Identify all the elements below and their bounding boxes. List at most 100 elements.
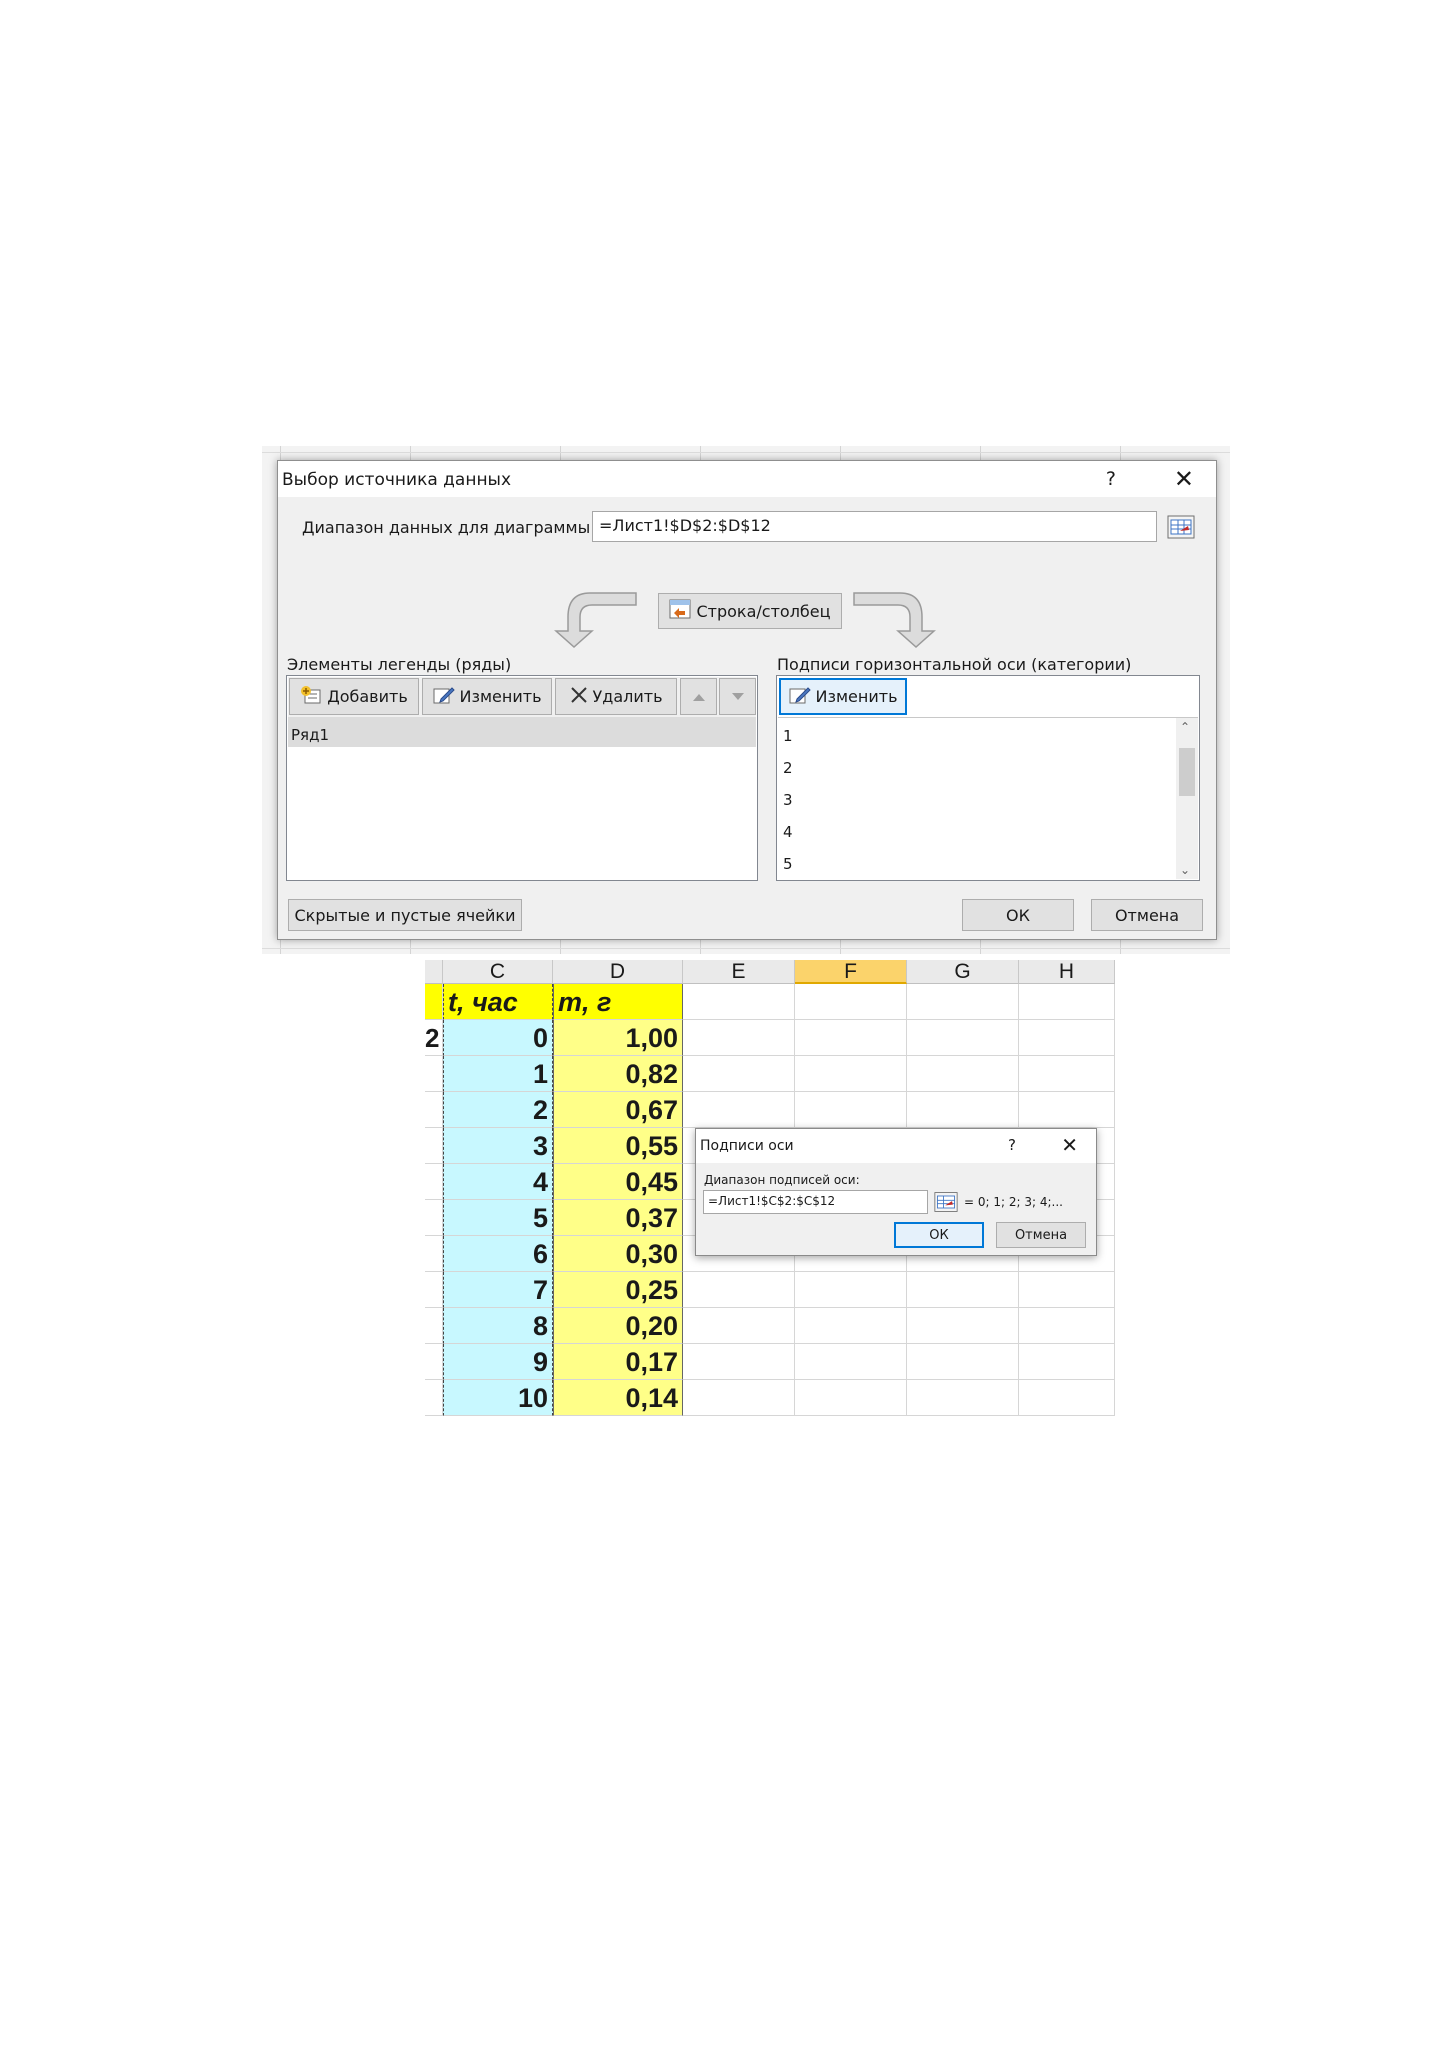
cancel-button[interactable]: Отмена [1091, 899, 1203, 931]
column-header-c[interactable]: C [443, 960, 553, 984]
cell-time-value[interactable]: 4 [443, 1164, 553, 1200]
empty-cell[interactable] [795, 1092, 907, 1128]
empty-cell[interactable] [795, 1056, 907, 1092]
empty-cell[interactable] [795, 984, 907, 1020]
column-header-g[interactable]: G [907, 960, 1019, 984]
column-header-d[interactable]: D [553, 960, 683, 984]
cell-mass-value[interactable]: 0,55 [553, 1128, 683, 1164]
empty-cell[interactable] [683, 1092, 795, 1128]
scroll-up-icon[interactable]: ⌃ [1180, 720, 1190, 734]
cell-time-value[interactable]: 5 [443, 1200, 553, 1236]
empty-cell[interactable] [683, 1308, 795, 1344]
empty-cell[interactable] [1019, 984, 1115, 1020]
empty-cell[interactable] [683, 1020, 795, 1056]
empty-cell[interactable] [907, 1092, 1019, 1128]
cell-time-value[interactable]: 9 [443, 1344, 553, 1380]
empty-cell[interactable] [907, 1308, 1019, 1344]
move-up-button[interactable] [680, 678, 717, 715]
axis-close-button[interactable]: ✕ [1061, 1133, 1078, 1157]
empty-cell[interactable] [907, 1020, 1019, 1056]
empty-cell[interactable] [683, 1272, 795, 1308]
empty-cell[interactable] [795, 1380, 907, 1416]
cell-mass-value[interactable]: 0,20 [553, 1308, 683, 1344]
cell-time-value[interactable]: 10 [443, 1380, 553, 1416]
range-picker-icon[interactable] [1167, 515, 1195, 539]
empty-cell[interactable] [795, 1272, 907, 1308]
axis-help-button[interactable]: ? [1008, 1136, 1016, 1154]
empty-cell[interactable] [907, 1380, 1019, 1416]
move-down-button[interactable] [719, 678, 756, 715]
hidden-empty-cells-button[interactable]: Скрытые и пустые ячейки [288, 899, 522, 931]
scroll-thumb[interactable] [1179, 748, 1195, 796]
cell-time-value[interactable]: 3 [443, 1128, 553, 1164]
cell-mass-value[interactable]: 0,67 [553, 1092, 683, 1128]
ok-button[interactable]: ОК [962, 899, 1074, 931]
data-range-input[interactable]: =Лист1!$D$2:$D$12 [592, 511, 1157, 542]
category-item[interactable]: 4 [783, 823, 793, 841]
cell-time-value[interactable]: 0 [443, 1020, 553, 1056]
close-button[interactable]: ✕ [1174, 465, 1194, 493]
cell-mass-value[interactable]: 0,30 [553, 1236, 683, 1272]
cell-mass-value[interactable]: 0,45 [553, 1164, 683, 1200]
dialog-title: Выбор источника данных [282, 470, 512, 490]
empty-cell[interactable] [795, 1344, 907, 1380]
category-item[interactable]: 5 [783, 855, 793, 873]
empty-cell[interactable] [1019, 1344, 1115, 1380]
cell-mass-value[interactable]: 0,25 [553, 1272, 683, 1308]
axis-range-picker-icon[interactable] [934, 1191, 958, 1213]
header-cell-m[interactable]: m, г [553, 984, 683, 1020]
axis-ok-button[interactable]: ОК [894, 1222, 984, 1248]
empty-cell[interactable] [1019, 1380, 1115, 1416]
cell-mass-value[interactable]: 0,82 [553, 1056, 683, 1092]
select-data-source-dialog: Выбор источника данных ? ✕ Диапазон данн… [277, 460, 1217, 940]
cell-mass-value[interactable]: 0,17 [553, 1344, 683, 1380]
empty-cell[interactable] [795, 1308, 907, 1344]
cell-time-value[interactable]: 1 [443, 1056, 553, 1092]
empty-cell[interactable] [1019, 1272, 1115, 1308]
empty-cell[interactable] [795, 1020, 907, 1056]
edit-categories-button[interactable]: Изменить [779, 678, 907, 715]
empty-cell[interactable] [1019, 1020, 1115, 1056]
column-header-f[interactable]: F [795, 960, 907, 984]
delete-series-button[interactable]: Удалить [555, 678, 677, 715]
empty-cell[interactable] [683, 1380, 795, 1416]
edit-categories-label: Изменить [815, 687, 898, 706]
categories-section-title: Подписи горизонтальной оси (категории) [777, 655, 1132, 674]
empty-cell[interactable] [907, 1344, 1019, 1380]
cell-mass-value[interactable]: 0,37 [553, 1200, 683, 1236]
cell-time-value[interactable]: 7 [443, 1272, 553, 1308]
cell-time-value[interactable]: 8 [443, 1308, 553, 1344]
scroll-down-icon[interactable]: ⌄ [1180, 863, 1190, 877]
edit-series-button[interactable]: Изменить [422, 678, 552, 715]
empty-cell[interactable] [683, 1056, 795, 1092]
empty-cell[interactable] [1019, 1092, 1115, 1128]
cell-time-value[interactable]: 6 [443, 1236, 553, 1272]
series-item[interactable]: Ряд1 [288, 717, 756, 747]
legend-toolbar: Добавить Изменить Удалить [288, 677, 756, 717]
axis-cancel-button[interactable]: Отмена [996, 1222, 1086, 1248]
empty-cell[interactable] [683, 984, 795, 1020]
axis-range-input[interactable]: =Лист1!$C$2:$C$12 [703, 1190, 928, 1214]
cell-mass-value[interactable]: 0,14 [553, 1380, 683, 1416]
empty-cell[interactable] [907, 984, 1019, 1020]
help-button[interactable]: ? [1106, 468, 1116, 490]
cell-mass-value[interactable]: 1,00 [553, 1020, 683, 1056]
empty-cell[interactable] [1019, 1308, 1115, 1344]
category-item[interactable]: 1 [783, 727, 793, 745]
categories-scrollbar[interactable]: ⌃ ⌄ [1176, 718, 1198, 879]
empty-cell[interactable] [907, 1272, 1019, 1308]
column-header-e[interactable]: E [683, 960, 795, 984]
empty-cell[interactable] [907, 1056, 1019, 1092]
add-series-button[interactable]: Добавить [289, 678, 419, 715]
cell-time-value[interactable]: 2 [443, 1092, 553, 1128]
curved-arrow-left-icon [554, 592, 637, 649]
category-item[interactable]: 3 [783, 791, 793, 809]
switch-row-column-icon [669, 599, 691, 623]
column-header-h[interactable]: H [1019, 960, 1115, 984]
empty-cell[interactable] [683, 1344, 795, 1380]
switch-row-column-button[interactable]: Строка/столбец [658, 593, 842, 629]
empty-cell[interactable] [1019, 1056, 1115, 1092]
header-cell-t[interactable]: t, час [443, 984, 553, 1020]
category-item[interactable]: 2 [783, 759, 793, 777]
row-number [425, 1308, 443, 1344]
